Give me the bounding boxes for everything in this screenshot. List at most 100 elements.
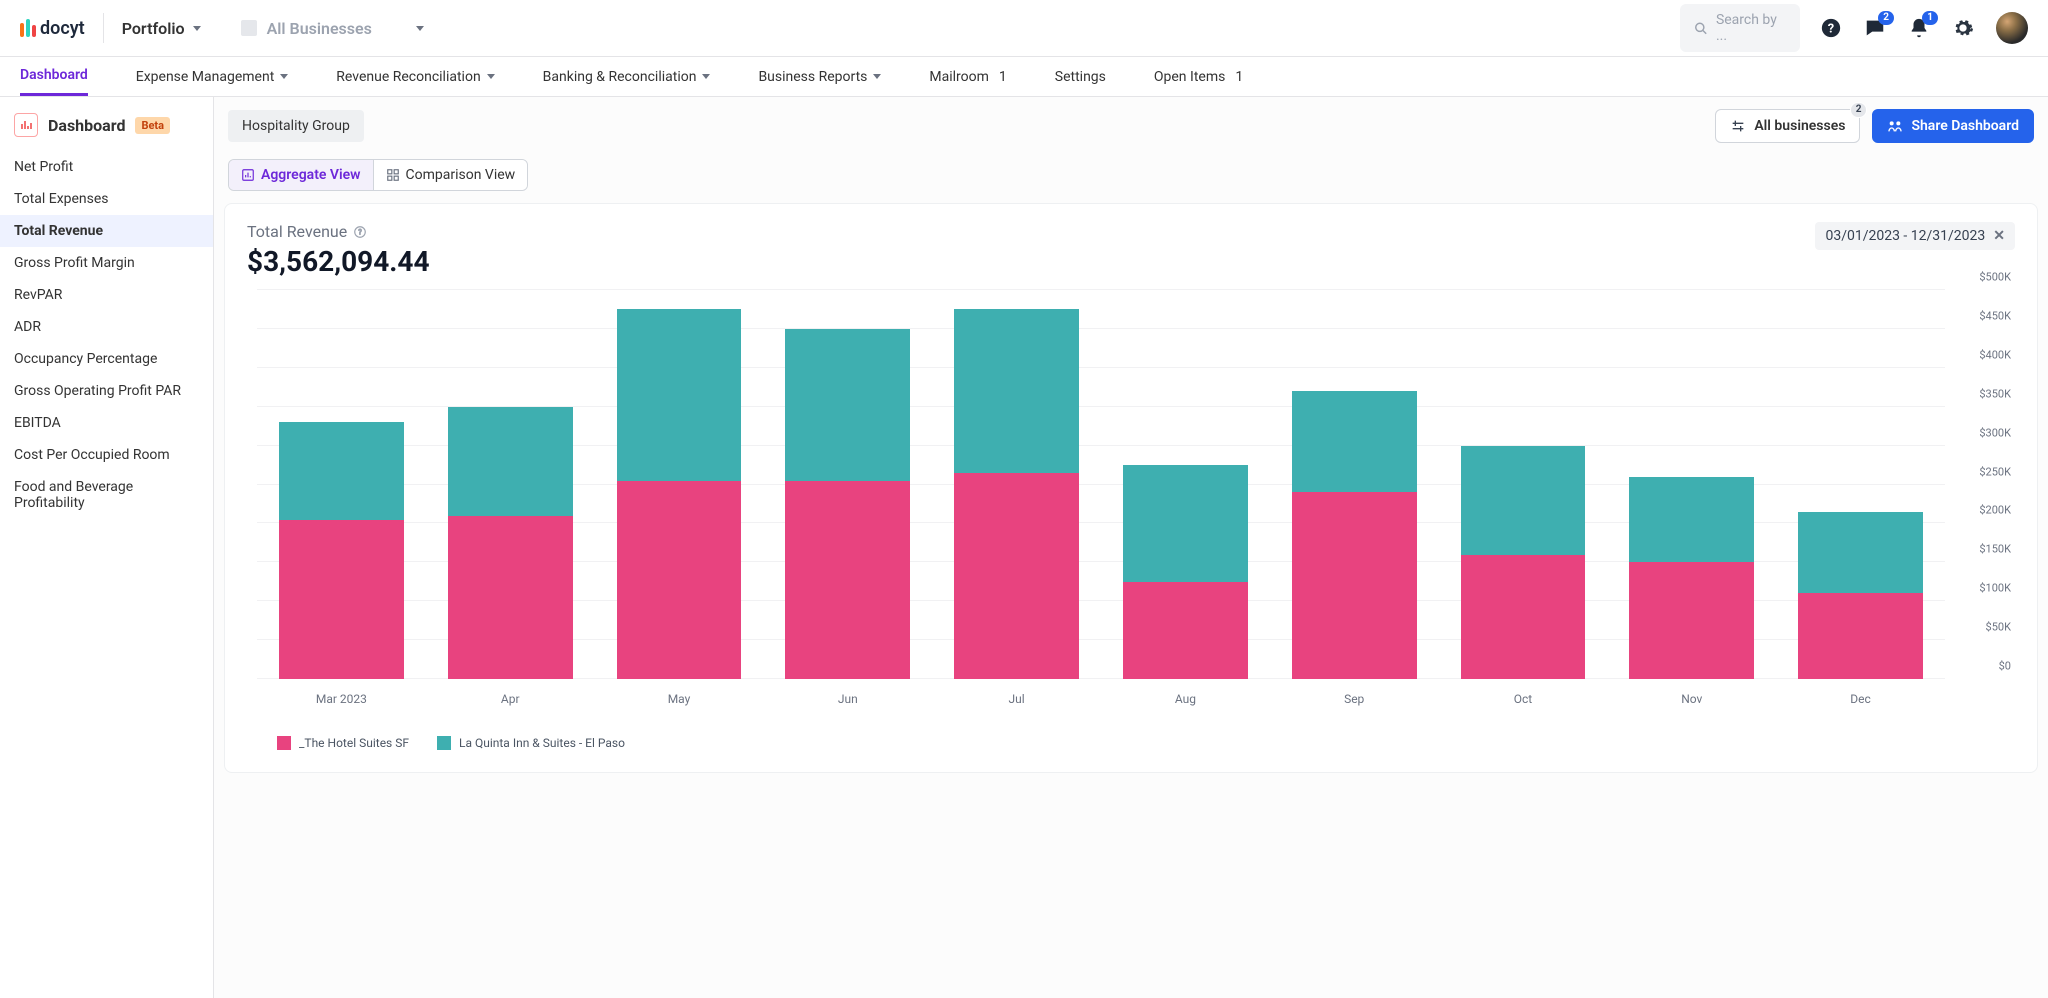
nav-dashboard[interactable]: Dashboard (20, 57, 88, 96)
brand-logo[interactable]: docyt (20, 18, 85, 39)
metric-card: Total Revenue ? $3,562,094.44 03/01/2023… (224, 203, 2038, 773)
global-search[interactable]: Search by ... (1680, 4, 1800, 52)
sidebar-item[interactable]: RevPAR (0, 279, 213, 311)
nav-expense-management[interactable]: Expense Management (136, 57, 289, 96)
topbar: docyt Portfolio All Businesses Search by… (0, 0, 2048, 57)
tab-label: Aggregate View (261, 167, 361, 183)
chevron-down-icon (487, 74, 495, 79)
nav-settings[interactable]: Settings (1055, 57, 1106, 96)
info-icon[interactable]: ? (353, 225, 367, 239)
y-axis-label: $0 (1999, 660, 2011, 673)
brand-name: docyt (40, 18, 85, 39)
portfolio-dropdown[interactable]: Portfolio (122, 19, 201, 38)
bar-segment-pink (785, 481, 910, 679)
user-avatar[interactable] (1996, 12, 2028, 44)
svg-text:?: ? (1828, 22, 1834, 37)
nav-mailroom[interactable]: Mailroom1 (929, 57, 1006, 96)
view-toggle: Aggregate View Comparison View (228, 159, 528, 191)
nav-open-items[interactable]: Open Items1 (1154, 57, 1243, 96)
bar[interactable] (617, 309, 742, 679)
logo-mark-icon (20, 19, 36, 37)
sidebar-header: Dashboard Beta (0, 97, 213, 151)
legend-label: La Quinta Inn & Suites - El Paso (459, 736, 625, 750)
all-businesses-button[interactable]: All businesses 2 (1715, 109, 1860, 143)
y-axis-label: $450K (1979, 309, 2011, 322)
divider (103, 13, 104, 43)
date-range-text: 03/01/2023 - 12/31/2023 (1825, 228, 1985, 244)
bell-icon[interactable]: 1 (1908, 17, 1930, 39)
sidebar-item[interactable]: Gross Profit Margin (0, 247, 213, 279)
close-icon[interactable]: ✕ (1993, 228, 2005, 244)
bar-segment-pink (1798, 593, 1923, 679)
bar[interactable] (1629, 477, 1754, 679)
search-icon (1694, 21, 1708, 36)
bar-segment-pink (1461, 555, 1586, 679)
bar[interactable] (1292, 391, 1417, 679)
sidebar-item[interactable]: Gross Operating Profit PAR (0, 375, 213, 407)
chevron-down-icon (873, 74, 881, 79)
all-businesses-dropdown[interactable]: All Businesses (241, 19, 424, 38)
bar-segment-teal (785, 329, 910, 481)
nav-label: Dashboard (20, 67, 88, 83)
nav-business-reports[interactable]: Business Reports (758, 57, 881, 96)
legend-swatch (437, 736, 451, 750)
metric-title-text: Total Revenue (247, 222, 347, 241)
comparison-view-tab[interactable]: Comparison View (373, 160, 528, 190)
nav-label: Revenue Reconciliation (336, 69, 480, 85)
bar-segment-pink (448, 516, 573, 679)
bar-segment-teal (1461, 446, 1586, 555)
bar[interactable] (1123, 465, 1248, 679)
sidebar-item[interactable]: Total Revenue (0, 215, 213, 247)
sidebar-title: Dashboard (48, 116, 125, 135)
bar[interactable] (279, 422, 404, 679)
chart-icon (241, 168, 255, 182)
portfolio-label: Portfolio (122, 19, 185, 38)
nav-banking-reconciliation[interactable]: Banking & Reconciliation (543, 57, 711, 96)
share-dashboard-button[interactable]: Share Dashboard (1872, 109, 2034, 143)
bar[interactable] (954, 309, 1079, 679)
bar-segment-teal (448, 407, 573, 516)
bar[interactable] (448, 407, 573, 679)
y-axis-label: $250K (1979, 465, 2011, 478)
aggregate-view-tab[interactable]: Aggregate View (229, 160, 373, 190)
share-icon (1887, 118, 1903, 134)
sidebar-item[interactable]: Food and Beverage Profitability (0, 471, 213, 519)
bar[interactable] (1798, 512, 1923, 679)
y-axis-label: $350K (1979, 387, 2011, 400)
date-range-chip[interactable]: 03/01/2023 - 12/31/2023 ✕ (1815, 222, 2015, 250)
sidebar-item[interactable]: Cost Per Occupied Room (0, 439, 213, 471)
bar-segment-pink (1123, 582, 1248, 679)
bar-slot (1439, 290, 1608, 679)
sidebar-item[interactable]: Total Expenses (0, 183, 213, 215)
y-axis-label: $400K (1979, 348, 2011, 361)
gear-icon[interactable] (1952, 17, 1974, 39)
x-axis-label: Jun (763, 692, 932, 706)
bar-segment-teal (954, 309, 1079, 472)
content-area: Hospitality Group All businesses 2 Share… (214, 97, 2048, 998)
sidebar-item[interactable]: ADR (0, 311, 213, 343)
dashboard-icon (14, 113, 38, 137)
sidebar: Dashboard Beta Net ProfitTotal ExpensesT… (0, 97, 214, 998)
metric-value: $3,562,094.44 (247, 245, 430, 278)
group-chip[interactable]: Hospitality Group (228, 110, 364, 142)
legend-item[interactable]: La Quinta Inn & Suites - El Paso (437, 736, 625, 750)
bar-segment-pink (617, 481, 742, 679)
nav-label: Expense Management (136, 69, 275, 85)
nav-revenue-reconciliation[interactable]: Revenue Reconciliation (336, 57, 494, 96)
button-label: Share Dashboard (1911, 118, 2019, 134)
x-axis-label: Mar 2023 (257, 692, 426, 706)
help-icon[interactable]: ? (1820, 17, 1842, 39)
legend-item[interactable]: _The Hotel Suites SF (277, 736, 409, 750)
chat-icon[interactable]: 2 (1864, 17, 1886, 39)
main-nav: Dashboard Expense Management Revenue Rec… (0, 57, 2048, 97)
bar[interactable] (1461, 446, 1586, 679)
y-axis-label: $500K (1979, 271, 2011, 284)
sidebar-item[interactable]: Occupancy Percentage (0, 343, 213, 375)
bar[interactable] (785, 329, 910, 679)
x-axis-label: Sep (1270, 692, 1439, 706)
grid-icon (386, 168, 400, 182)
nav-label: Mailroom (929, 69, 989, 85)
chevron-down-icon (193, 26, 201, 31)
sidebar-item[interactable]: Net Profit (0, 151, 213, 183)
sidebar-item[interactable]: EBITDA (0, 407, 213, 439)
